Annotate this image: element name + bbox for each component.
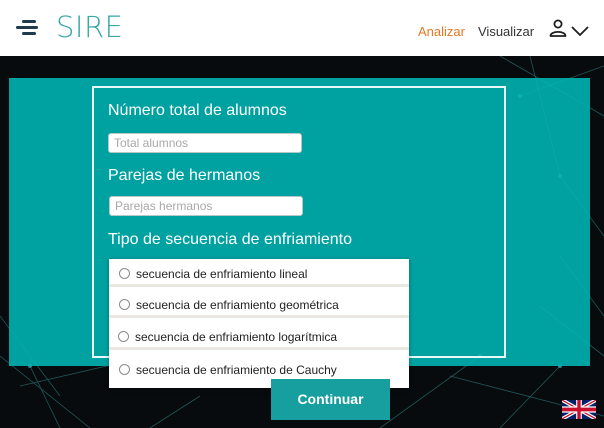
parejas-hermanos-input[interactable] — [109, 196, 303, 216]
parejas-hermanos-label: Parejas de hermanos — [108, 167, 261, 184]
option-logaritmica[interactable]: secuencia de enfriamiento logarítmica — [109, 322, 409, 350]
option-geometrica[interactable]: secuencia de enfriamiento geométrica — [109, 290, 409, 318]
chevron-down-icon[interactable] — [571, 26, 589, 36]
option-label: secuencia de enfriamiento de Cauchy — [136, 363, 337, 377]
nav-visualizar[interactable]: Visualizar — [478, 24, 534, 39]
user-icon[interactable] — [549, 19, 567, 37]
continuar-button[interactable]: Continuar — [271, 379, 390, 420]
uk-flag-icon[interactable] — [562, 400, 596, 419]
option-label: secuencia de enfriamiento logarítmica — [135, 330, 338, 344]
header: SIRE Analizar Visualizar — [0, 0, 604, 56]
radio-button[interactable] — [119, 268, 130, 279]
hamburger-icon[interactable] — [16, 20, 40, 36]
tipo-secuencia-label: Tipo de secuencia de enfriamiento — [108, 231, 352, 248]
radio-button[interactable] — [119, 364, 130, 375]
total-alumnos-label: Número total de alumnos — [108, 102, 287, 119]
radio-button[interactable] — [119, 299, 130, 310]
option-label: secuencia de enfriamiento geométrica — [136, 298, 339, 312]
option-lineal[interactable]: secuencia de enfriamiento lineal — [109, 259, 409, 287]
nav-analizar[interactable]: Analizar — [418, 24, 465, 39]
option-label: secuencia de enfriamiento lineal — [136, 267, 308, 281]
cooling-sequence-options: secuencia de enfriamiento lineal secuenc… — [109, 259, 409, 388]
radio-button[interactable] — [118, 331, 129, 342]
app-logo[interactable]: SIRE — [56, 10, 123, 44]
total-alumnos-input[interactable] — [108, 133, 302, 153]
